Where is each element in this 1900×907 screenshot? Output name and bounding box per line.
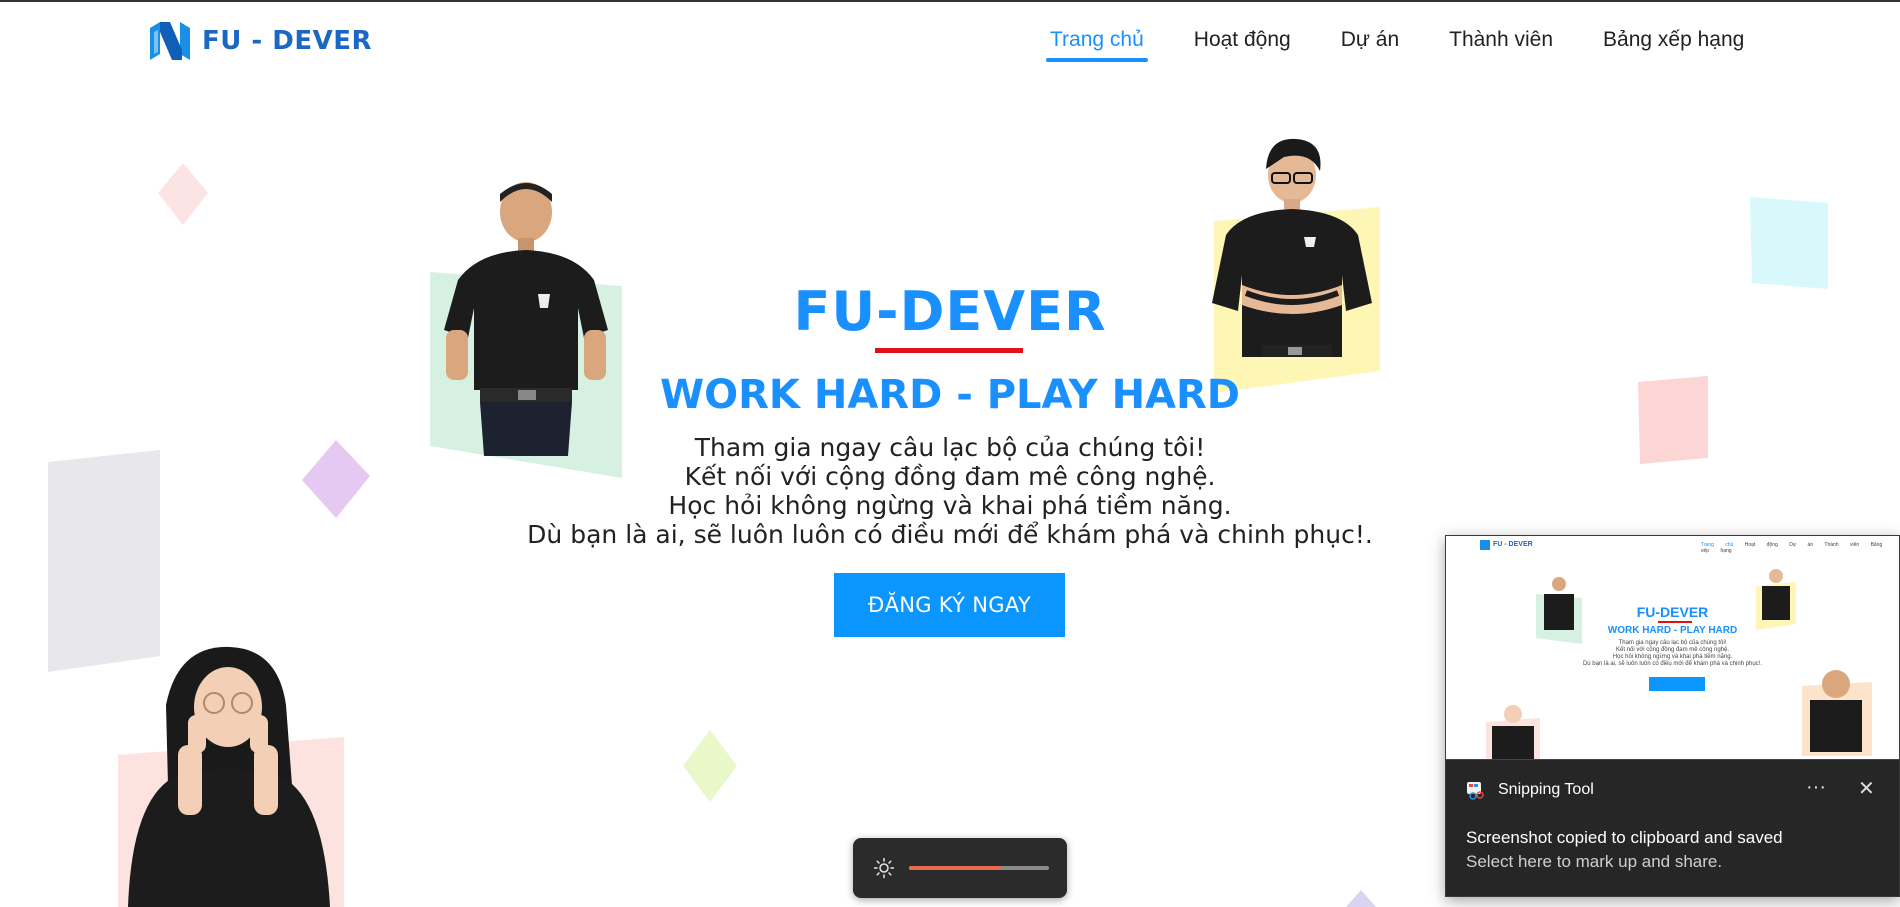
snipping-tool-icon bbox=[1467, 782, 1484, 800]
site-logo[interactable]: FU - DEVER bbox=[148, 20, 372, 62]
mini-nav: Trang chủ Hoạt động Dự án Thành viên Bản… bbox=[1701, 542, 1899, 554]
mini-line-4: Dù bạn là ai, sẽ luôn luôn có điều mới đ… bbox=[1582, 661, 1763, 667]
hero-title: FU-DEVER bbox=[793, 280, 1107, 343]
brightness-flyout bbox=[853, 838, 1067, 898]
decor-lavender-diamond bbox=[1346, 890, 1376, 907]
mini-nav-activities: Hoạt động bbox=[1744, 542, 1778, 548]
sun-icon bbox=[873, 857, 895, 879]
mini-nav-members: Thành viên bbox=[1824, 542, 1860, 548]
mini-title-underline bbox=[1658, 621, 1692, 623]
decor-green-diamond bbox=[683, 730, 737, 802]
snipping-tool-toast[interactable]: FU - DEVER Trang chủ Hoạt động Dự án Thà… bbox=[1445, 535, 1900, 897]
mini-nav-projects: Dự án bbox=[1789, 542, 1814, 548]
mini-hero-title: FU-DEVER bbox=[1636, 604, 1709, 620]
hero-line-3: Học hỏi không ngừng và khai phá tiềm năn… bbox=[668, 491, 1232, 520]
mini-photo-2 bbox=[1756, 569, 1796, 630]
nav-item-members[interactable]: Thành viên bbox=[1439, 28, 1563, 62]
decor-pink-diamond bbox=[158, 163, 208, 225]
decor-pink-panel bbox=[1638, 376, 1708, 464]
brand-name: FU - DEVER bbox=[202, 26, 373, 56]
hero-line-2: Kết nối với cộng đồng đam mê công nghệ. bbox=[684, 462, 1216, 491]
hero-description: Tham gia ngay câu lạc bộ của chúng tôi! … bbox=[500, 433, 1400, 549]
mini-line-2: Kết nối với cộng đồng đam mê công nghệ. bbox=[1615, 647, 1729, 653]
mini-photo-3 bbox=[1486, 705, 1540, 759]
logo-mark-icon bbox=[150, 22, 190, 60]
window-top-border bbox=[0, 0, 1900, 2]
hero-line-4: Dù bạn là ai, sẽ luôn luôn có điều mới đ… bbox=[527, 520, 1373, 549]
brightness-slider-fill bbox=[909, 866, 1002, 870]
toast-message: Screenshot copied to clipboard and saved bbox=[1466, 828, 1783, 847]
member-photo-2 bbox=[1212, 138, 1380, 393]
brightness-slider[interactable] bbox=[909, 866, 1049, 870]
register-button[interactable]: ĐĂNG KÝ NGAY bbox=[834, 573, 1065, 637]
decor-gray-panel bbox=[48, 450, 160, 672]
mini-photo-4 bbox=[1802, 670, 1872, 756]
mini-logo-icon bbox=[1480, 540, 1490, 550]
decor-cyan-panel bbox=[1750, 197, 1828, 289]
nav-item-leaderboard[interactable]: Bảng xếp hạng bbox=[1593, 28, 1754, 62]
nav-item-activities[interactable]: Hoạt động bbox=[1184, 28, 1301, 62]
mini-line-1: Tham gia ngay câu lạc bộ của chúng tôi! bbox=[1618, 640, 1727, 646]
hero-slogan: WORK HARD - PLAY HARD bbox=[660, 372, 1240, 418]
toast-app-name: Snipping Tool bbox=[1498, 781, 1594, 798]
member-photo-3 bbox=[118, 646, 344, 907]
more-options-icon[interactable]: ··· bbox=[1806, 776, 1826, 799]
mini-hero-slogan: WORK HARD - PLAY HARD bbox=[1607, 625, 1738, 636]
mini-line-3: Học hỏi không ngừng và khai phá tiềm năn… bbox=[1612, 654, 1733, 660]
toast-sub-message: Select here to mark up and share. bbox=[1466, 852, 1723, 871]
main-nav: Trang chủ Hoạt động Dự án Thành viên Bản… bbox=[1040, 28, 1784, 62]
hero-line-1: Tham gia ngay câu lạc bộ của chúng tôi! bbox=[694, 433, 1206, 462]
mini-register-button bbox=[1649, 677, 1705, 691]
toast-app-header: Snipping Tool bbox=[1466, 780, 1594, 800]
mini-hero-description: Tham gia ngay câu lạc bộ của chúng tôi! … bbox=[1446, 640, 1899, 668]
decor-purple-diamond bbox=[302, 440, 370, 518]
mini-brand: FU - DEVER bbox=[1493, 541, 1533, 548]
screenshot-preview[interactable]: FU - DEVER Trang chủ Hoạt động Dự án Thà… bbox=[1446, 536, 1899, 760]
nav-item-projects[interactable]: Dự án bbox=[1331, 28, 1409, 62]
nav-item-home[interactable]: Trang chủ bbox=[1040, 28, 1154, 62]
close-icon[interactable]: ✕ bbox=[1858, 776, 1875, 801]
title-underline bbox=[875, 348, 1023, 353]
